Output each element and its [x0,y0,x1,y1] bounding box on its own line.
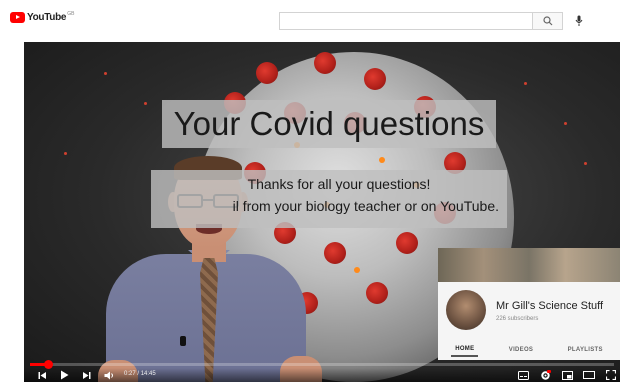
fullscreen-button[interactable] [604,369,618,381]
title-overlay: Your Covid questions [162,100,496,148]
next-button[interactable] [80,369,92,381]
subtitles-icon [517,370,529,380]
settings-icon [540,369,551,380]
channel-tabs: HOME VIDEOS PLAYLISTS [438,340,620,360]
play-icon [60,370,68,380]
play-button[interactable] [58,369,70,381]
tab-videos[interactable]: VIDEOS [505,344,537,356]
channel-avatar[interactable] [446,290,486,330]
youtube-logo-icon [10,12,25,23]
volume-icon [104,371,113,379]
subtitle-line-2: il from your biology teacher or on YouTu… [232,198,499,214]
masthead: YouTube GB [0,0,620,42]
microphone-icon [575,15,583,26]
region-code: GB [67,10,75,17]
fullscreen-icon [606,370,616,380]
subtitle-overlay: Thanks for all your questions! il from y… [151,170,507,228]
mute-button[interactable] [102,369,116,381]
theater-mode-button[interactable] [582,369,596,381]
search-button[interactable] [533,12,563,30]
youtube-logo[interactable]: YouTube GB [10,10,75,23]
tab-playlists[interactable]: PLAYLISTS [564,344,607,356]
video-player[interactable]: Your Covid questions Thanks for all your… [24,42,620,382]
duration: 14:45 [140,371,156,377]
miniplayer-icon [561,370,573,380]
subtitles-button[interactable] [516,369,530,381]
previous-icon [38,371,46,379]
current-time: 0:27 [124,371,136,377]
logo-text: YouTube [27,12,67,23]
search-input[interactable] [279,12,533,30]
miniplayer-button[interactable] [560,369,574,381]
settings-button[interactable] [538,369,552,381]
voice-search-button[interactable] [573,14,585,28]
next-icon [82,371,90,379]
previous-button[interactable] [36,369,48,381]
tab-home[interactable]: HOME [451,343,479,357]
subscriber-count: 226 subscribers [496,316,539,322]
subtitle-line-1: Thanks for all your questions! [247,176,431,192]
progress-bar[interactable] [30,360,614,369]
search-icon [542,16,552,26]
time-display: 0:27 / 14:45 [124,371,156,377]
theater-icon [583,371,595,379]
channel-banner [438,248,620,282]
player-controls: 0:27 / 14:45 [24,368,620,382]
end-screen-channel-card[interactable]: Mr Gill's Science Stuff 226 subscribers … [438,248,620,360]
video-title-text: Your Covid questions [173,105,485,142]
channel-name[interactable]: Mr Gill's Science Stuff [496,300,603,312]
